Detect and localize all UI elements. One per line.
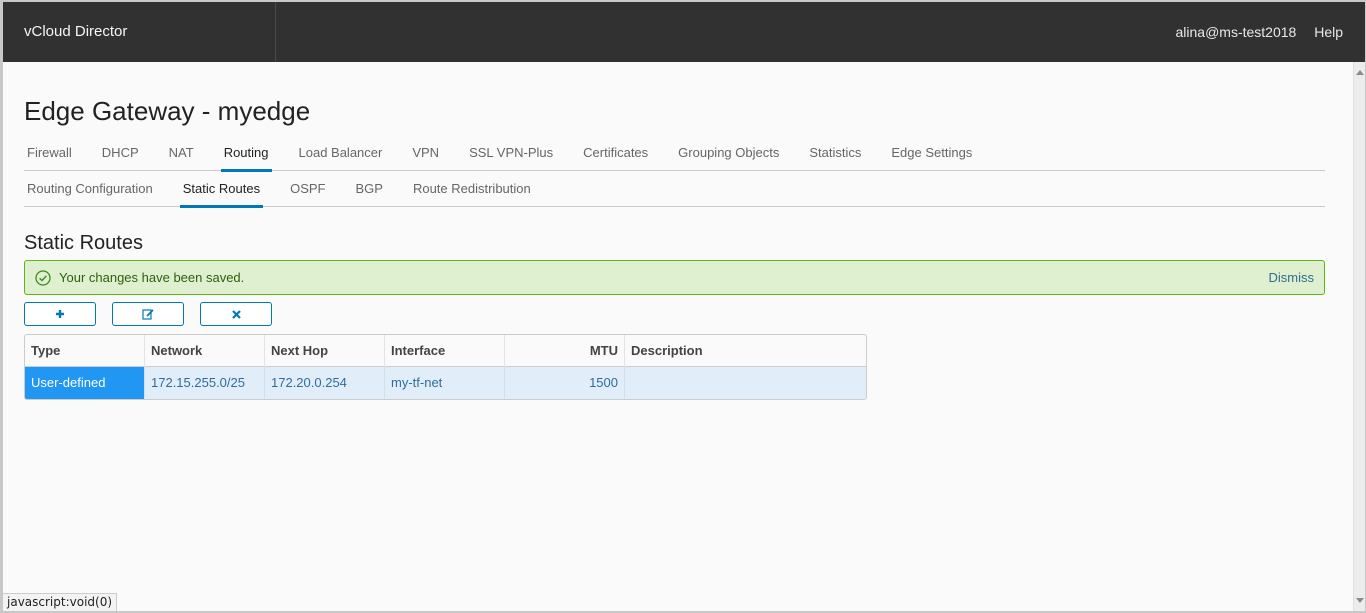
tab-ospf[interactable]: OSPF bbox=[287, 171, 328, 207]
table-row[interactable]: User-defined 172.15.255.0/25 172.20.0.25… bbox=[25, 367, 866, 399]
section-title: Static Routes bbox=[24, 232, 143, 254]
cell-interface[interactable]: my-tf-net bbox=[385, 367, 505, 399]
close-icon bbox=[231, 309, 241, 319]
static-routes-grid: Type Network Next Hop Interface MTU Desc… bbox=[24, 334, 867, 400]
edit-route-button[interactable] bbox=[112, 302, 184, 326]
dismiss-link[interactable]: Dismiss bbox=[1269, 270, 1315, 285]
add-route-button[interactable] bbox=[24, 302, 96, 326]
tab-firewall[interactable]: Firewall bbox=[24, 135, 75, 171]
column-header-network[interactable]: Network bbox=[145, 335, 265, 367]
header-actions: alina@ms-test2018 Help bbox=[1161, 2, 1343, 62]
alert-message: Your changes have been saved. bbox=[59, 270, 245, 285]
browser-window: vCloud Director alina@ms-test2018 Help E… bbox=[3, 2, 1365, 611]
tab-grouping-objects[interactable]: Grouping Objects bbox=[675, 135, 782, 171]
cell-type[interactable]: User-defined bbox=[25, 367, 145, 399]
cell-next-hop[interactable]: 172.20.0.254 bbox=[265, 367, 385, 399]
column-header-type[interactable]: Type bbox=[25, 335, 145, 367]
scroll-down-icon[interactable] bbox=[1356, 598, 1364, 603]
tab-statistics[interactable]: Statistics bbox=[806, 135, 864, 171]
success-alert: Your changes have been saved. Dismiss bbox=[24, 260, 1325, 295]
secondary-tabs: Routing Configuration Static Routes OSPF… bbox=[24, 171, 1325, 208]
page-title: Edge Gateway - myedge bbox=[24, 96, 311, 126]
app-brand[interactable]: vCloud Director bbox=[3, 2, 276, 62]
edit-icon bbox=[142, 309, 154, 320]
tab-vpn[interactable]: VPN bbox=[409, 135, 442, 171]
tab-certificates[interactable]: Certificates bbox=[580, 135, 651, 171]
tab-routing[interactable]: Routing bbox=[220, 135, 272, 172]
cell-mtu[interactable]: 1500 bbox=[505, 367, 625, 399]
tab-static-routes[interactable]: Static Routes bbox=[179, 171, 264, 208]
column-header-interface[interactable]: Interface bbox=[385, 335, 505, 367]
column-header-mtu[interactable]: MTU bbox=[505, 335, 625, 367]
app-header: vCloud Director alina@ms-test2018 Help bbox=[3, 2, 1365, 62]
check-circle-icon bbox=[35, 269, 51, 286]
plus-icon bbox=[56, 310, 64, 318]
primary-tabs: Firewall DHCP NAT Routing Load Balancer … bbox=[24, 135, 1325, 172]
tab-edge-settings[interactable]: Edge Settings bbox=[888, 135, 975, 171]
grid-toolbar bbox=[24, 302, 288, 326]
grid-header-row: Type Network Next Hop Interface MTU Desc… bbox=[25, 335, 866, 367]
column-header-next-hop[interactable]: Next Hop bbox=[265, 335, 385, 367]
column-header-description[interactable]: Description bbox=[625, 335, 866, 367]
vertical-scrollbar[interactable] bbox=[1353, 62, 1365, 611]
delete-route-button[interactable] bbox=[200, 302, 272, 326]
cell-network[interactable]: 172.15.255.0/25 bbox=[145, 367, 265, 399]
user-menu[interactable]: alina@ms-test2018 bbox=[1175, 24, 1296, 40]
cell-description[interactable] bbox=[625, 367, 866, 399]
tab-load-balancer[interactable]: Load Balancer bbox=[296, 135, 386, 171]
browser-status-bar: javascript:void(0) bbox=[3, 593, 118, 611]
tab-ssl-vpn-plus[interactable]: SSL VPN-Plus bbox=[466, 135, 556, 171]
tab-nat[interactable]: NAT bbox=[166, 135, 197, 171]
tab-bgp[interactable]: BGP bbox=[352, 171, 385, 207]
scroll-up-icon[interactable] bbox=[1356, 70, 1364, 75]
tab-route-redistribution[interactable]: Route Redistribution bbox=[410, 171, 534, 207]
help-link[interactable]: Help bbox=[1314, 24, 1343, 40]
tab-routing-configuration[interactable]: Routing Configuration bbox=[24, 171, 156, 207]
tab-dhcp[interactable]: DHCP bbox=[99, 135, 142, 171]
